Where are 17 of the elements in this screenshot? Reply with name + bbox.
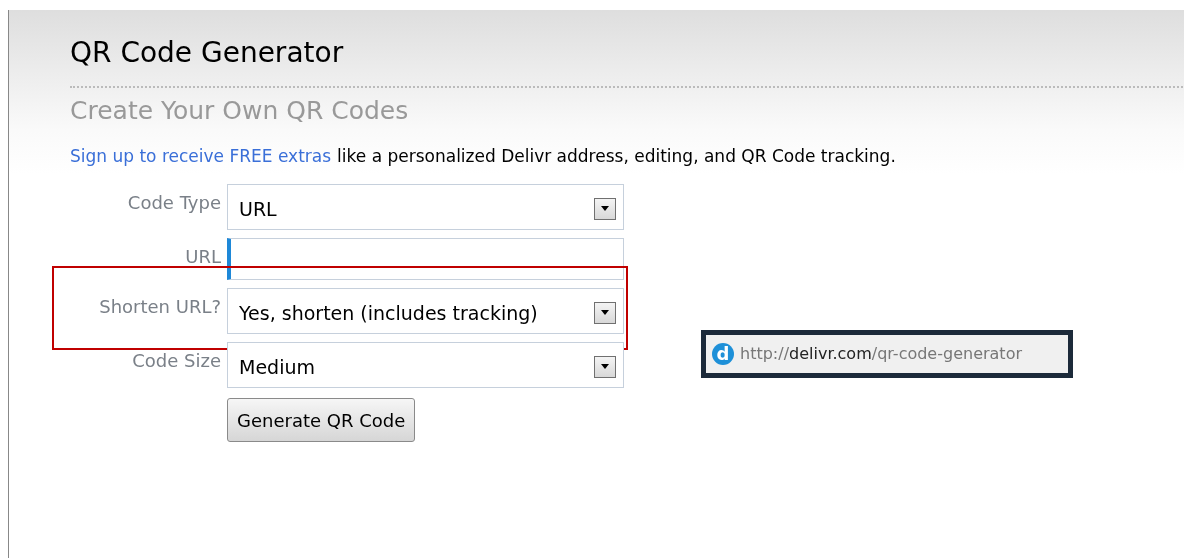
field-label: Code Type [126, 191, 221, 215]
url-domain: delivr.com [789, 343, 872, 365]
intro-text: like a personalized Delivr address, editing, and QR Code tracking. [337, 145, 896, 168]
select-dropdown[interactable]: URL [227, 184, 624, 230]
select-dropdown[interactable]: Medium [227, 342, 624, 388]
signup-link[interactable]: Sign up to receive FREE extras [70, 144, 332, 168]
select-dropdown[interactable]: Yes, shorten (includes tracking) [227, 288, 624, 334]
site-favicon: d [712, 343, 734, 365]
page-subtitle: Create Your Own QR Codes [70, 96, 409, 126]
field-label: URL [184, 245, 221, 269]
url-input-field[interactable] [227, 238, 624, 280]
url-path: /qr-code-generator [871, 343, 1022, 365]
page-title: QR Code Generator [70, 38, 344, 68]
field-label: Shorten URL? [98, 295, 221, 319]
field-label: Code Size [131, 349, 221, 373]
generate-button[interactable]: Generate QR Code [227, 398, 416, 442]
url-scheme: http:// [740, 343, 789, 365]
